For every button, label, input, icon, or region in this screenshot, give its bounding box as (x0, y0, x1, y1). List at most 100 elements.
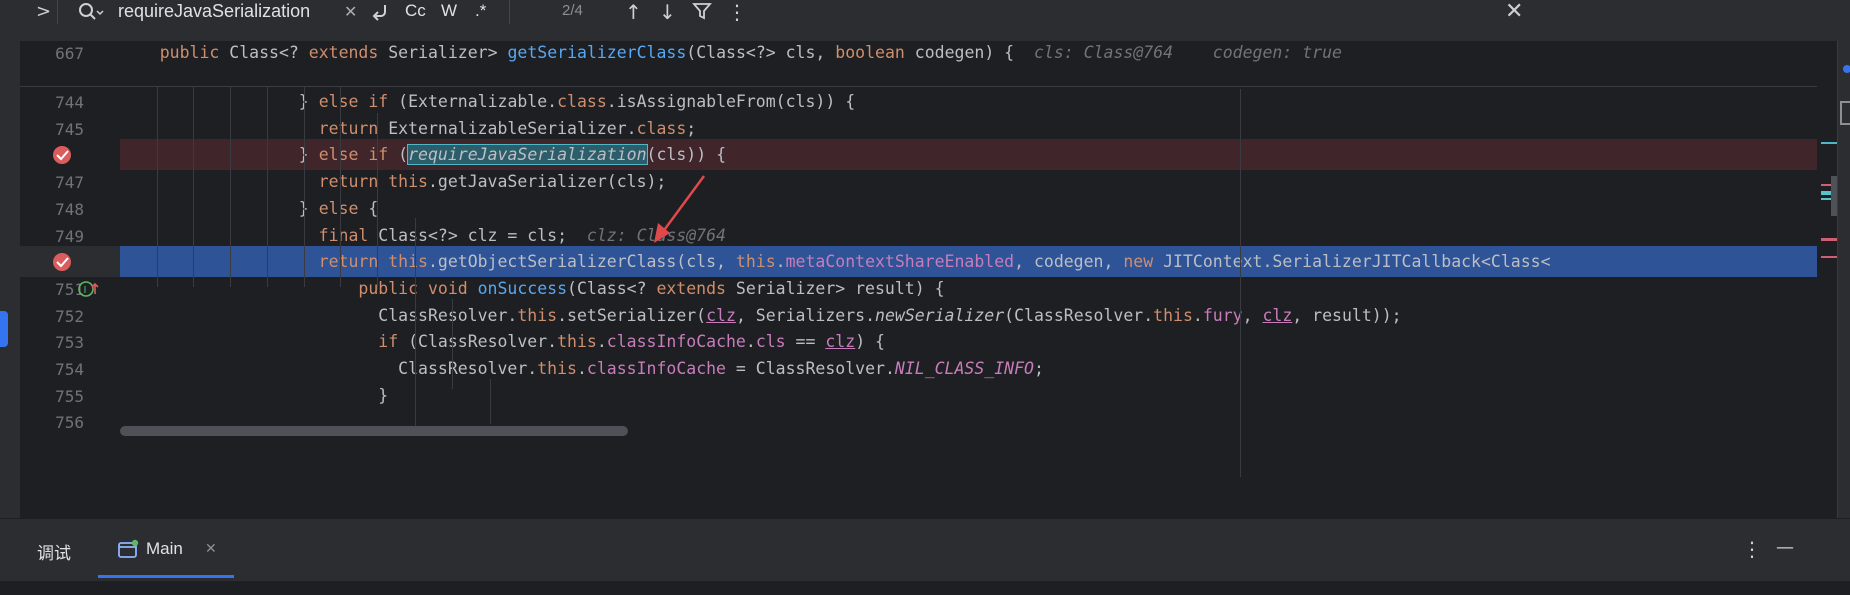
active-tool-indicator[interactable] (0, 311, 8, 347)
indent-guide (452, 299, 453, 389)
indent-guide (157, 87, 158, 287)
code-token: classInfoCache (606, 332, 746, 352)
code-token: JITContext.SerializerJITCallback<Class< (1163, 252, 1551, 272)
code-token: clz (1262, 305, 1293, 325)
indent-guide (304, 87, 305, 287)
match-count: 2/4 (562, 2, 583, 19)
indent-guide (377, 113, 378, 290)
left-toolbar-strip (0, 41, 20, 518)
find-bar: > requireJavaSerialization ✕ Cc W .* 2/4… (0, 0, 1850, 25)
session-icon (117, 539, 139, 565)
code-token: codegen) { (914, 43, 1034, 62)
find-bar-extension (0, 24, 1850, 41)
code-token: ( (398, 145, 409, 165)
code-token: Serializer> result) { (735, 278, 945, 298)
code-token: onSuccess (477, 278, 568, 298)
code-token: newSerializer (875, 305, 1005, 325)
words-toggle[interactable]: W (441, 0, 457, 22)
code-token: .setSerializer( (557, 305, 707, 325)
notifications-icon[interactable] (1843, 65, 1850, 73)
previous-occurrence-icon[interactable]: ↑ (625, 0, 642, 24)
code-token: (Class<? (567, 278, 657, 298)
code-token: , result)); (1292, 305, 1402, 325)
debug-title: 调试 (37, 544, 71, 564)
code-token: else (318, 198, 369, 218)
minimize-icon[interactable]: — (1776, 537, 1794, 558)
right-toolbar-strip (1837, 41, 1850, 518)
code-token: .isAssignableFrom(cls)) { (606, 92, 856, 111)
match-case-toggle[interactable]: Cc (405, 0, 426, 22)
right-margin-guide (1240, 89, 1241, 477)
code-token: ; (686, 118, 697, 138)
code-token: this (537, 359, 577, 378)
code-token: public void (120, 278, 478, 298)
indent-guide (490, 379, 491, 424)
code-token: . (775, 252, 786, 272)
code-token: this (1153, 305, 1193, 325)
code-token: NIL_CLASS_INFO (894, 359, 1034, 378)
code-token: (ClassResolver. (1004, 305, 1154, 325)
session-tab-main[interactable]: Main (146, 539, 183, 559)
code-line[interactable]: 667 public Class<? extends Serializer> g… (20, 41, 1817, 68)
code-token: else if (318, 145, 399, 165)
code-token: ) { (855, 332, 885, 352)
code-token: . (596, 332, 607, 352)
marker (1821, 238, 1837, 241)
code-token: clz (825, 332, 856, 352)
code-token: Class<?> clz = cls; (378, 225, 587, 245)
code-token: new (1123, 252, 1164, 272)
code-token: Class<? (229, 43, 309, 62)
code-token: metaContextShareEnabled (785, 252, 1015, 272)
search-icon[interactable] (78, 2, 104, 26)
code-token: . (745, 332, 756, 352)
close-tab-icon[interactable]: ✕ (205, 541, 217, 557)
line-number: 755 (55, 386, 84, 406)
code-token: extends (656, 278, 736, 298)
code-token: (ClassResolver. (408, 332, 558, 352)
separator (57, 0, 58, 24)
code-token: classInfoCache (586, 359, 726, 378)
code-editor[interactable]: 129public class ClassResolver { 6 个用法667… (20, 41, 1817, 518)
expand-replace-icon[interactable]: > (36, 0, 51, 24)
code-token: return (120, 118, 389, 138)
code-token: } (120, 145, 319, 165)
code-token: this (735, 252, 776, 272)
filter-icon[interactable] (692, 1, 712, 25)
code-token: . (576, 359, 587, 378)
line-number: 753 (55, 333, 84, 353)
line-number: 748 (55, 199, 84, 219)
clear-search-icon[interactable]: ✕ (344, 0, 357, 24)
line-number: 744 (55, 93, 84, 112)
line-number: 754 (55, 360, 84, 379)
search-input[interactable]: requireJavaSerialization (118, 0, 310, 22)
line-number: 667 (55, 44, 84, 63)
more-options-icon[interactable]: ⋮ (1742, 537, 1762, 561)
next-occurrence-icon[interactable]: ↓ (659, 0, 676, 24)
implements-method-icon[interactable]: I (78, 280, 100, 302)
indent-guide (415, 218, 416, 428)
more-options-icon[interactable]: ⋮ (727, 0, 747, 24)
code-token: cls: Class@764 codegen: true (1034, 43, 1342, 62)
line-number: 752 (55, 306, 84, 326)
code-text: public Class<? extends Serializer> getSe… (120, 41, 1342, 68)
code-token: } (120, 385, 389, 405)
error-stripe[interactable] (1817, 41, 1837, 518)
code-token: .getJavaSerializer(cls); (427, 172, 667, 192)
debug-content-area (0, 581, 1850, 595)
line-number: 749 (55, 226, 84, 246)
code-token: (Class<?> cls, (686, 43, 836, 62)
indent-guide (267, 87, 268, 287)
structure-icon[interactable] (1840, 101, 1850, 125)
code-token: extends (308, 43, 389, 62)
search-match: requireJavaSerialization (407, 144, 648, 166)
close-find-icon[interactable]: ✕ (1505, 0, 1523, 24)
regex-toggle[interactable]: .* (475, 0, 486, 22)
code-token: , (1242, 305, 1263, 325)
svg-text:I: I (84, 285, 87, 296)
code-token: return this (120, 172, 428, 192)
code-token: .getObjectSerializerClass(cls, (427, 252, 736, 272)
code-token: class (557, 92, 607, 111)
code-token: , Serializers. (735, 305, 876, 325)
horizontal-scrollbar[interactable] (120, 426, 628, 436)
line-number: 745 (55, 119, 84, 139)
